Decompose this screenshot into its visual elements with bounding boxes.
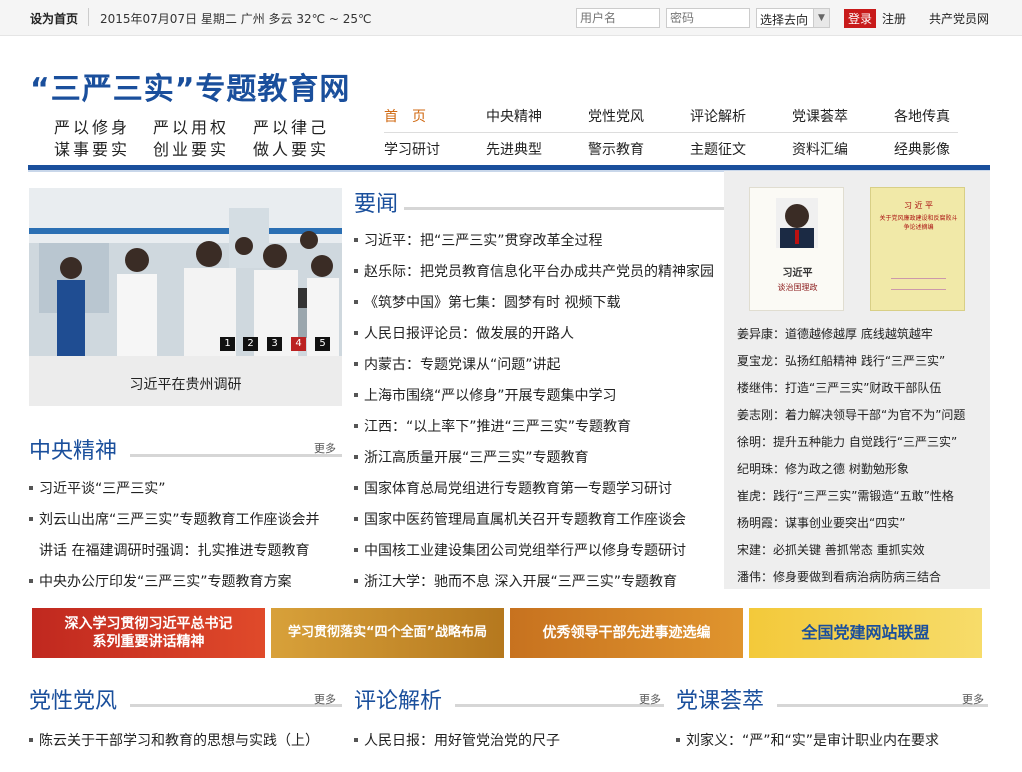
book2-author: 习 近 平 — [903, 201, 934, 210]
commentary-title-line — [455, 704, 664, 707]
nav-commentary[interactable]: 评论解析 — [690, 106, 746, 126]
motto-item: 创业要实 — [153, 140, 230, 159]
list-item[interactable]: 江西：“以上率下”推进“三严三实”专题教育 — [354, 416, 631, 436]
book-cover-governance[interactable]: 习近平 谈治国理政 — [749, 187, 844, 311]
banner-party-alliance[interactable]: 全国党建网站联盟 — [749, 608, 982, 658]
set-homepage-link[interactable]: 设为首页 — [30, 10, 78, 27]
motto-item: 严以用权 — [153, 118, 230, 137]
news-title-line — [404, 207, 724, 210]
rbox-list-item[interactable]: 姜异康：道德越修越厚 底线越筑越牢 — [737, 325, 933, 342]
list-item[interactable]: 浙江大学：驰而不息 深入开展“三严三实”专题教育 — [354, 571, 677, 591]
list-item[interactable]: 中国核工业建设集团公司党组举行严以修身专题研讨 — [354, 540, 686, 560]
nav-classic-images[interactable]: 经典影像 — [894, 139, 950, 159]
photo-caption[interactable]: 习近平在贵州调研 — [29, 374, 342, 394]
central-more-link[interactable]: 更多 — [314, 440, 336, 456]
nav-divider — [384, 132, 958, 133]
slide-pager-4[interactable]: 4 — [291, 337, 306, 351]
list-item[interactable]: 习近平：把“三严三实”贯穿改革全过程 — [354, 230, 603, 250]
rbox-list-item[interactable]: 潘伟：修身要做到看病治病防病三结合 — [737, 568, 941, 585]
list-item[interactable]: 国家中医药管理局直属机关召开专题教育工作座谈会 — [354, 509, 686, 529]
list-item[interactable]: 内蒙古：专题党课从“问题”讲起 — [354, 354, 561, 374]
password-input[interactable] — [666, 8, 750, 28]
rbox-list-item[interactable]: 徐明：提升五种能力 自觉践行“三严三实” — [737, 433, 957, 450]
lectures-title-line — [777, 704, 988, 707]
list-item[interactable]: 上海市围绕“严以修身”开展专题集中学习 — [354, 385, 617, 405]
motto-item: 严以律己 — [253, 118, 330, 137]
nav-study[interactable]: 学习研讨 — [384, 139, 440, 159]
book2-title: 关于党风廉政建设和反腐败斗争论述摘编 — [879, 215, 958, 231]
commentary-more-link[interactable]: 更多 — [639, 691, 661, 707]
nav-models[interactable]: 先进典型 — [486, 139, 542, 159]
banner-four-comprehensives[interactable]: 学习贯彻落实“四个全面”战略布局 — [271, 608, 504, 658]
news-section-title: 要闻 — [354, 192, 399, 217]
motto-item: 谋事要实 — [54, 140, 131, 159]
nav-materials[interactable]: 资料汇编 — [792, 139, 848, 159]
party-style-more-link[interactable]: 更多 — [314, 691, 336, 707]
list-item[interactable]: 赵乐际：把党员教育信息化平台办成共产党员的精神家园 — [354, 261, 714, 281]
destination-select[interactable]: 选择去向 ▼ — [756, 8, 830, 28]
login-button[interactable]: 登录 — [844, 9, 877, 28]
divider — [88, 8, 89, 26]
list-item[interactable]: 人民日报：用好管党治党的尺子 — [354, 730, 560, 750]
destination-select-value: 选择去向 — [760, 13, 809, 27]
rbox-list-item[interactable]: 楼继伟：打造“三严三实”财政干部队伍 — [737, 379, 941, 396]
rbox-list-item[interactable]: 纪明珠：修为政之德 树勤勉形象 — [737, 460, 909, 477]
site-logo[interactable]: “三严三实”专题教育网 — [30, 64, 350, 108]
party-style-section-title: 党性党风 — [29, 689, 118, 714]
slide-pager-2[interactable]: 2 — [243, 337, 258, 351]
book1-author: 习近平 — [782, 268, 813, 279]
central-section-title: 中央精神 — [29, 439, 118, 464]
headline-photo[interactable] — [29, 188, 342, 356]
photo-illustration — [29, 188, 342, 356]
banner-study-speeches[interactable]: 深入学习贯彻习近平总书记 系列重要讲话精神 — [32, 608, 265, 658]
headline-photo-box: 1 2 3 4 5 习近平在贵州调研 — [29, 188, 342, 406]
rbox-list-item[interactable]: 杨明霞：谋事创业要突出“四实” — [737, 514, 905, 531]
motto-item: 严以修身 — [54, 118, 131, 137]
list-item-continued[interactable]: 讲话 在福建调研时强调：扎实推进专题教育 — [29, 540, 309, 560]
nav-party-lectures[interactable]: 党课荟萃 — [792, 106, 848, 126]
slide-pager-5[interactable]: 5 — [315, 337, 330, 351]
chevron-down-icon: ▼ — [813, 9, 829, 27]
top-bar: 设为首页 2015年07月07日 星期二 广州 多云 32℃ ~ 25℃ 选择去… — [0, 0, 1022, 36]
rbox-list-item[interactable]: 宋建：必抓关键 善抓常态 重抓实效 — [737, 541, 925, 558]
slide-pager-3[interactable]: 3 — [267, 337, 282, 351]
commentary-section-title: 评论解析 — [354, 689, 443, 714]
book2-footer-decoration — [891, 278, 946, 290]
list-item[interactable]: 《筑梦中国》第七集：圆梦有时 视频下载 — [354, 292, 620, 312]
party-style-title-line — [130, 704, 342, 707]
nav-local-news[interactable]: 各地传真 — [894, 106, 950, 126]
nav-central-spirit[interactable]: 中央精神 — [486, 106, 542, 126]
lectures-section-title: 党课荟萃 — [676, 689, 765, 714]
nav-home[interactable]: 首 页 — [384, 106, 426, 126]
nav-party-style[interactable]: 党性党风 — [588, 106, 644, 126]
list-item[interactable]: 刘家义：“严”和“实”是审计职业内在要求 — [676, 730, 939, 750]
slide-pager-1[interactable]: 1 — [220, 337, 235, 351]
party-net-link[interactable]: 共产党员网 — [929, 10, 989, 27]
date-weather: 2015年07月07日 星期二 广州 多云 32℃ ~ 25℃ — [100, 12, 372, 26]
nav-warning[interactable]: 警示教育 — [588, 139, 644, 159]
register-link[interactable]: 注册 — [882, 10, 906, 27]
book-cover-anticorruption[interactable]: 习 近 平 关于党风廉政建设和反腐败斗争论述摘编 — [870, 187, 965, 311]
username-input[interactable] — [576, 8, 660, 28]
central-title-line — [130, 454, 342, 457]
book1-title: 谈治国理政 — [777, 283, 818, 292]
banner-outstanding-cadres[interactable]: 优秀领导干部先进事迹选编 — [510, 608, 743, 658]
list-item[interactable]: 中央办公厅印发“三严三实”专题教育方案 — [29, 571, 292, 591]
list-item[interactable]: 浙江高质量开展“三严三实”专题教育 — [354, 447, 589, 467]
list-item[interactable]: 习近平谈“三严三实” — [29, 478, 166, 498]
rbox-list-item[interactable]: 崔虎：践行“三严三实”需锻造“五敢”性格 — [737, 487, 954, 504]
list-item[interactable]: 刘云山出席“三严三实”专题教育工作座谈会并 — [29, 509, 320, 529]
lectures-more-link[interactable]: 更多 — [962, 691, 984, 707]
rbox-list-item[interactable]: 姜志刚：着力解决领导干部“为官不为”问题 — [737, 406, 965, 423]
nav-essays[interactable]: 主题征文 — [690, 139, 746, 159]
rbox-list-item[interactable]: 夏宝龙：弘扬红船精神 践行“三严三实” — [737, 352, 945, 369]
book-portrait-image — [776, 198, 818, 248]
motto-item: 做人要实 — [253, 140, 330, 159]
list-item[interactable]: 人民日报评论员：做发展的开路人 — [354, 323, 574, 343]
list-item[interactable]: 陈云关于干部学习和教育的思想与实践（上） — [29, 730, 319, 750]
list-item[interactable]: 国家体育总局党组进行专题教育第一专题学习研讨 — [354, 478, 672, 498]
